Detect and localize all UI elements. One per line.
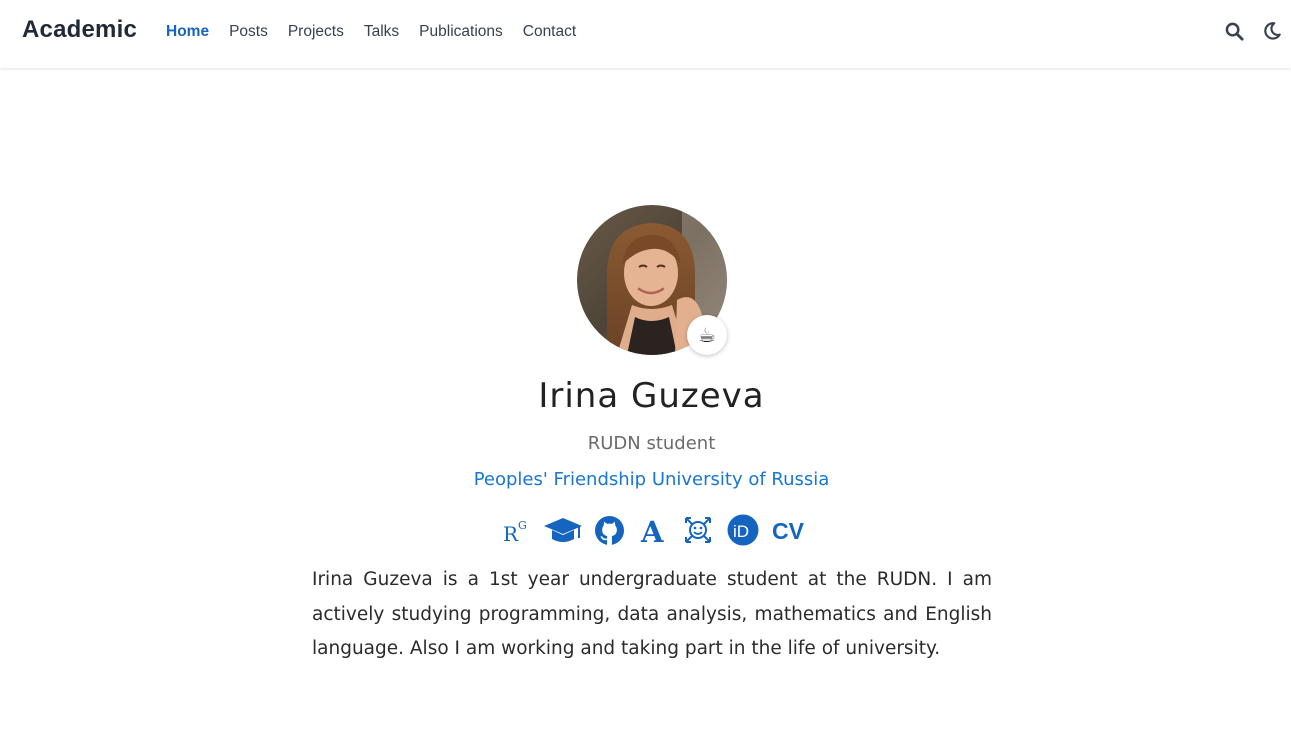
- graduation-cap-icon[interactable]: [541, 512, 585, 548]
- svg-text:G: G: [518, 519, 527, 532]
- orcid-icon[interactable]: iD: [723, 512, 763, 548]
- nav-posts[interactable]: Posts: [219, 22, 278, 42]
- social-links: R G A iD CV: [0, 512, 1291, 548]
- profile-organization[interactable]: Peoples' Friendship University of Russia: [0, 469, 1291, 490]
- svg-text:CV: CV: [772, 518, 805, 544]
- profile-role: RUDN student: [587, 433, 716, 454]
- nav-publications[interactable]: Publications: [409, 22, 513, 42]
- academia-icon[interactable]: A: [635, 512, 673, 548]
- svg-text:R: R: [503, 522, 519, 544]
- site-brand[interactable]: Academic: [22, 16, 137, 44]
- nav-home[interactable]: Home: [156, 22, 219, 42]
- svg-text:A: A: [640, 515, 664, 545]
- cv-icon[interactable]: CV: [769, 512, 809, 548]
- nav-links: Home Posts Projects Talks Publications C…: [156, 22, 586, 42]
- nav-projects[interactable]: Projects: [278, 22, 354, 42]
- researchgate-icon[interactable]: R G: [495, 512, 535, 548]
- svg-text:iD: iD: [733, 522, 749, 541]
- moon-icon[interactable]: [1261, 20, 1283, 42]
- status-emoji-badge: ☕: [687, 315, 727, 355]
- profile-bio: Irina Guzeva is a 1st year undergraduate…: [312, 569, 992, 659]
- mathnet-icon[interactable]: [679, 512, 717, 548]
- github-icon[interactable]: [591, 512, 629, 548]
- profile-name: Irina Guzeva: [538, 376, 765, 416]
- nav-contact[interactable]: Contact: [513, 22, 586, 42]
- nav-talks[interactable]: Talks: [354, 22, 409, 42]
- avatar-container: ☕: [577, 205, 727, 355]
- navbar: Academic Home Posts Projects Talks Publi…: [0, 0, 1291, 68]
- search-icon[interactable]: [1223, 20, 1245, 42]
- nav-actions: [1207, 20, 1283, 42]
